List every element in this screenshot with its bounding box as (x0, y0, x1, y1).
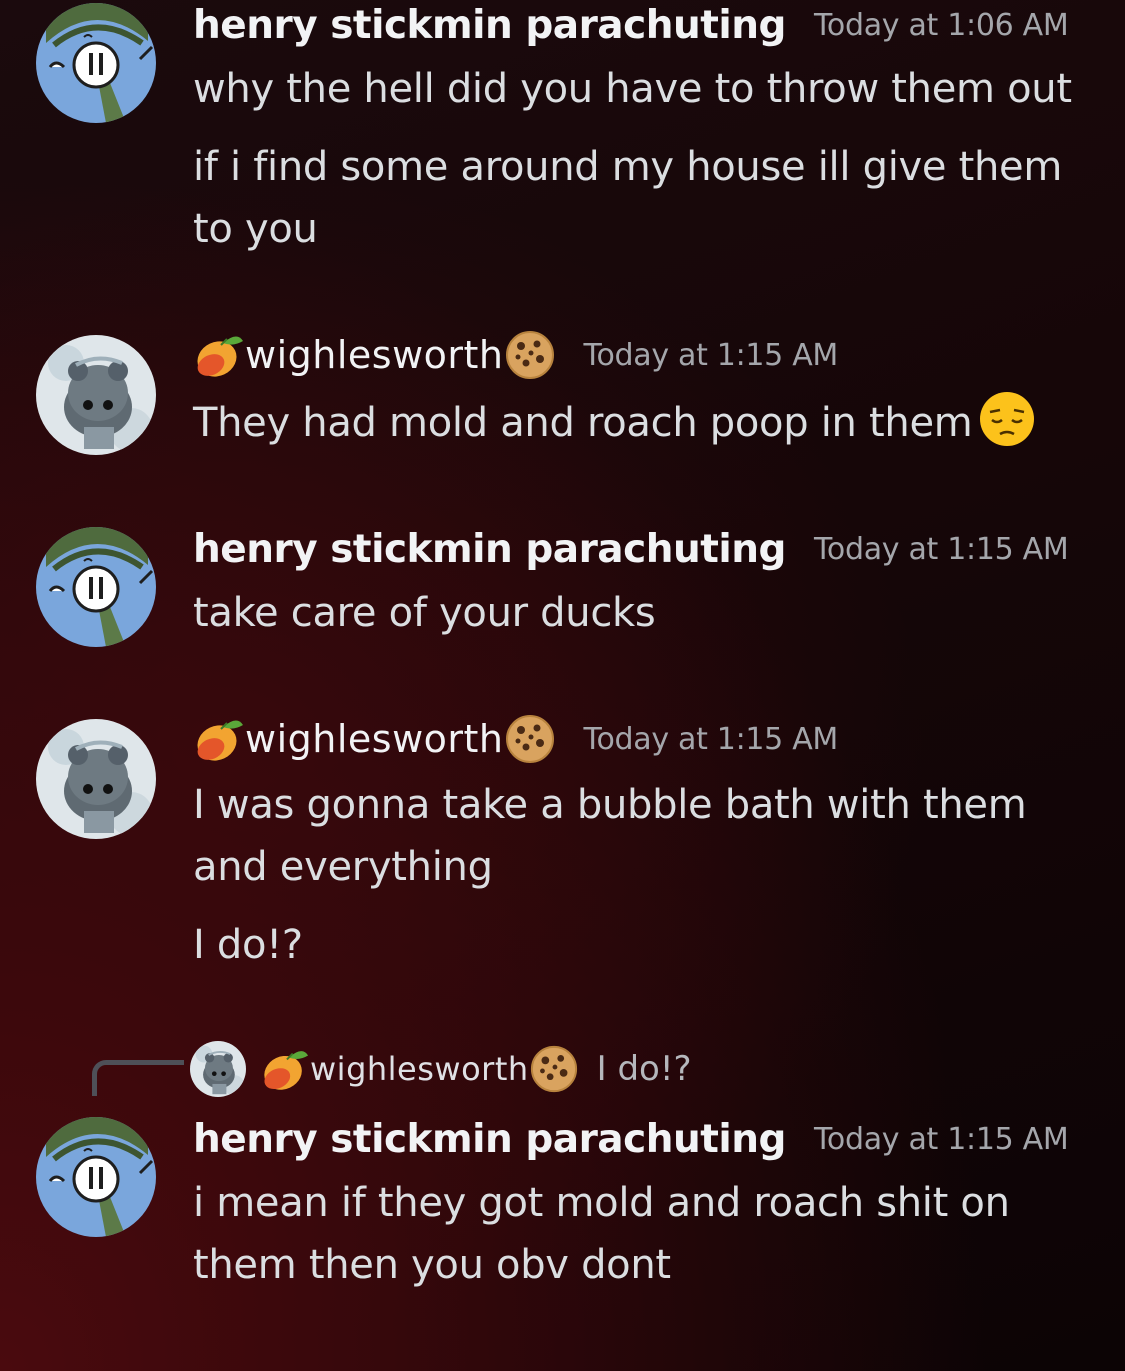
message-text: I do!? (193, 922, 303, 968)
username[interactable]: henry stickmin parachuting (193, 527, 786, 572)
message-header: wighlesworth Today at 1:15 AM (193, 714, 838, 764)
message-header: henry stickmin parachuting Today at 1:06… (193, 0, 1069, 50)
mango-emoji-icon (193, 329, 245, 381)
reply-connector (92, 1060, 184, 1096)
username[interactable]: henry stickmin parachuting (193, 3, 786, 48)
timestamp: Today at 1:15 AM (813, 1121, 1069, 1157)
username[interactable]: wighlesworth (245, 333, 504, 377)
grey-creature-avatar-icon (190, 1041, 246, 1097)
username[interactable]: henry stickmin parachuting (193, 1117, 786, 1162)
mango-emoji-icon (260, 1044, 310, 1094)
message-header: henry stickmin parachuting Today at 1:15… (193, 1114, 1069, 1164)
henry-stickmin-avatar-icon[interactable] (36, 1117, 156, 1237)
message-text: if i find some around my house ill give … (193, 144, 1063, 252)
cookie-emoji-icon (504, 329, 556, 381)
message-line: They had mold and roach poop in them (193, 400, 973, 446)
message-text: I was gonna take a bubble bath with them… (193, 782, 1027, 890)
message-text: why the hell did you have to throw them … (193, 66, 1072, 112)
timestamp: Today at 1:06 AM (813, 7, 1069, 43)
grey-creature-avatar-icon[interactable] (36, 335, 156, 455)
reply-preview[interactable]: wighlesworth I do!? (190, 1040, 692, 1098)
timestamp: Today at 1:15 AM (813, 531, 1069, 567)
reply-text: I do!? (596, 1049, 692, 1089)
pensive-face-emoji-icon (978, 390, 1036, 448)
henry-stickmin-avatar-icon[interactable] (36, 527, 156, 647)
reply-author[interactable]: wighlesworth (310, 1050, 529, 1088)
message-text: They had mold and roach poop in them (193, 390, 1093, 454)
cookie-emoji-icon (529, 1044, 579, 1094)
message-text: i mean if they got mold and roach shit o… (193, 1180, 1010, 1288)
username[interactable]: wighlesworth (245, 717, 504, 761)
grey-creature-avatar-icon[interactable] (36, 719, 156, 839)
message-header: henry stickmin parachuting Today at 1:15… (193, 524, 1069, 574)
message-header: wighlesworth Today at 1:15 AM (193, 330, 838, 380)
mango-emoji-icon (193, 713, 245, 765)
henry-stickmin-avatar-icon[interactable] (36, 3, 156, 123)
message-text: take care of your ducks (193, 590, 656, 636)
timestamp: Today at 1:15 AM (583, 721, 839, 757)
cookie-emoji-icon (504, 713, 556, 765)
timestamp: Today at 1:15 AM (583, 337, 839, 373)
